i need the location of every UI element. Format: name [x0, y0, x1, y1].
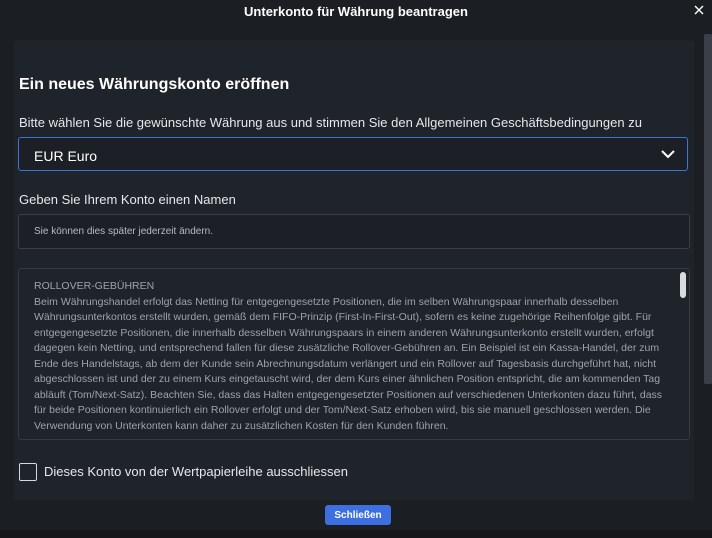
- exclude-lending-label[interactable]: Dieses Konto von der Wertpapierleihe aus…: [44, 464, 348, 479]
- currency-subaccount-dialog: Unterkonto für Währung beantragen Ein ne…: [0, 0, 712, 538]
- account-name-input[interactable]: [18, 214, 690, 249]
- terms-body: Beim Währungshandel erfolgt das Netting …: [34, 295, 663, 432]
- terms-textbox[interactable]: ROLLOVER-GEBÜHREN Beim Währungshandel er…: [18, 268, 690, 440]
- background-strip: [0, 530, 712, 538]
- currency-instruction: Bitte wählen Sie die gewünschte Währung …: [19, 115, 642, 130]
- exclude-lending-checkbox[interactable]: [19, 463, 37, 481]
- account-name-label: Geben Sie Ihrem Konto einen Namen: [19, 192, 236, 207]
- form-heading: Ein neues Währungskonto eröffnen: [19, 76, 290, 93]
- terms-content: ROLLOVER-GEBÜHREN Beim Währungshandel er…: [34, 279, 674, 434]
- dialog-title: Unterkonto für Währung beantragen: [244, 4, 468, 19]
- terms-heading: ROLLOVER-GEBÜHREN: [34, 280, 155, 292]
- terms-scrollbar[interactable]: [680, 272, 686, 298]
- currency-select-value: EUR Euro: [34, 148, 98, 164]
- dialog-titlebar: Unterkonto für Währung beantragen: [0, 0, 712, 26]
- close-button[interactable]: Schließen: [325, 505, 391, 525]
- dialog-scrollbar[interactable]: [704, 34, 712, 384]
- chevron-down-icon: [661, 150, 675, 159]
- currency-select[interactable]: EUR Euro: [18, 137, 688, 171]
- close-icon[interactable]: [692, 3, 706, 17]
